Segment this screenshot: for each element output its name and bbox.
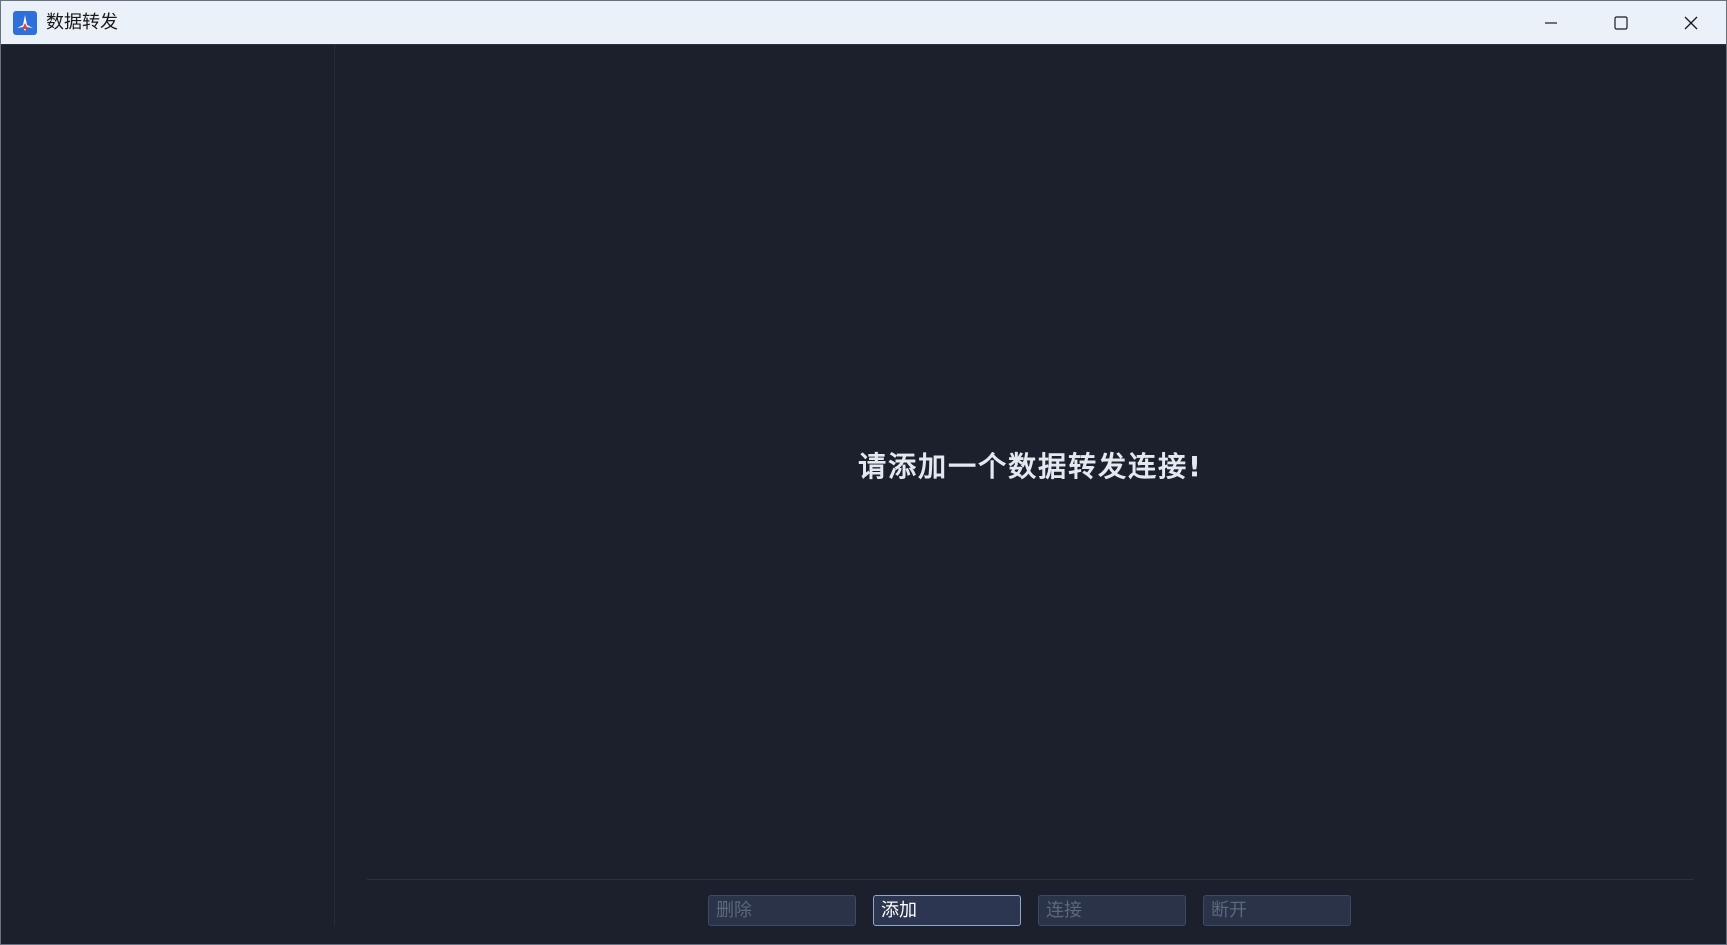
- connect-button[interactable]: 连接: [1038, 895, 1186, 926]
- close-button[interactable]: [1656, 1, 1726, 44]
- close-icon: [1684, 16, 1698, 29]
- add-button[interactable]: 添加: [873, 895, 1021, 926]
- minimize-icon: [1545, 21, 1557, 24]
- empty-state-message: 请添加一个数据转发连接!: [858, 450, 1203, 483]
- maximize-icon: [1614, 15, 1628, 30]
- minimize-button[interactable]: [1516, 1, 1586, 44]
- maximize-button[interactable]: [1586, 1, 1656, 44]
- app-window: 数据转发 请添加一个数据转发连接! 删除 添加 连接 断开: [0, 0, 1727, 945]
- action-button-bar: 删除 添加 连接 断开: [335, 895, 1726, 929]
- title-bar[interactable]: 数据转发: [1, 1, 1726, 45]
- main-panel: 请添加一个数据转发连接! 删除 添加 连接 断开: [335, 45, 1726, 945]
- connection-list-panel[interactable]: [2, 45, 335, 925]
- disconnect-button[interactable]: 断开: [1203, 895, 1351, 926]
- app-logo-icon: [13, 11, 37, 35]
- footer-divider: [367, 879, 1694, 880]
- window-title: 数据转发: [46, 12, 118, 33]
- delete-button[interactable]: 删除: [708, 895, 856, 926]
